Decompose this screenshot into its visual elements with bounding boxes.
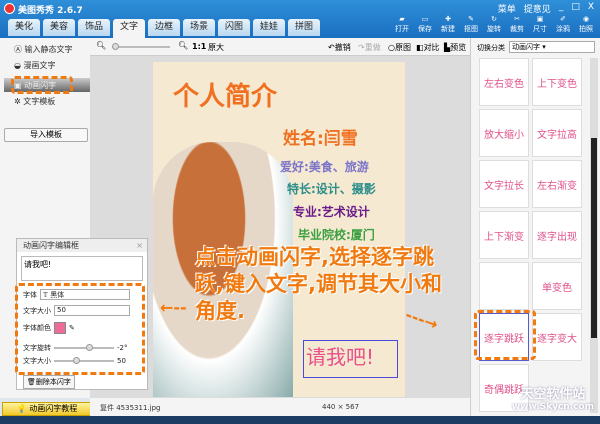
effect-item[interactable]: 逐字变大 [532, 313, 582, 361]
poster-name: 姓名:闫雪 [283, 129, 358, 149]
poster-major: 专业:艺术设计 [293, 205, 370, 219]
poster-hobby: 爱好:美食、旅游 [280, 160, 369, 174]
original-button[interactable]: ○原图 [388, 42, 411, 53]
crop-button[interactable]: ✂ 裁剪 [507, 14, 527, 34]
original-size-button[interactable]: 原大 [208, 42, 224, 53]
effect-item[interactable] [479, 262, 529, 310]
taskbar [0, 416, 600, 424]
effect-item[interactable]: 左右渐变 [532, 160, 582, 208]
app-logo-icon [4, 3, 15, 14]
tutorial-button[interactable]: 💡 动画闪字教程 [2, 402, 92, 416]
watermark: 天空软件站 www.Skycn.com [511, 387, 594, 412]
editor-title: 动画闪字编辑框 [23, 241, 79, 250]
title-bar: 美图秀秀 2.6.7 菜单 提意见 _ □ X 美化 美容 饰品 文字 边框 场… [0, 0, 600, 38]
tab-text[interactable]: 文字 [113, 19, 145, 38]
open-button[interactable]: ▰ 打开 [392, 14, 412, 34]
effect-item[interactable]: 左右变色 [479, 58, 529, 106]
sidebar-item-static-text[interactable]: Ⓐ 输入静态文字 [14, 44, 73, 55]
new-button[interactable]: ✚ 新建 [438, 14, 458, 34]
size-button[interactable]: ▣ 尺寸 [530, 14, 550, 34]
highlight-box [15, 283, 145, 375]
delete-flash-text-button[interactable]: 🗑删除本闪字 [23, 375, 75, 389]
instruction-caption: 点击动画闪字,选择逐字跳 跃,键入文字,调节其大小和 角度. [195, 245, 442, 323]
tab-doll[interactable]: 娃娃 [253, 19, 285, 36]
flash-text-box[interactable]: 请我吧! [303, 340, 398, 378]
zoom-out-icon[interactable]: 🔍︎ [96, 41, 106, 50]
effect-item[interactable]: 文字拉长 [479, 160, 529, 208]
sidebar-item-comic-text[interactable]: ◒ 漫画文字 [14, 60, 56, 71]
effect-item[interactable]: 放大缩小 [479, 109, 529, 157]
canvas-toolbar: 🔍︎ 🔍︎ 1:1 原大 ↶撤销 ↷重做 ○原图 ◧对比 ▙预览 [90, 38, 470, 56]
file-name: 复件 4535311.jpg [100, 404, 161, 412]
app-title: 美图秀秀 2.6.7 [18, 6, 83, 16]
effect-item[interactable]: 上下变色 [532, 58, 582, 106]
rotate-button[interactable]: ↻ 旋转 [484, 14, 504, 34]
cutout-button[interactable]: ✎ 抠图 [461, 14, 481, 34]
preview-button[interactable]: ▙预览 [444, 42, 466, 53]
tab-scene[interactable]: 场景 [183, 19, 215, 36]
undo-button[interactable]: ↶撤销 [328, 42, 351, 53]
effect-item[interactable]: 逐字出现 [532, 211, 582, 259]
tab-accessories[interactable]: 饰品 [78, 19, 110, 36]
compare-button[interactable]: ◧对比 [416, 42, 440, 53]
effect-item[interactable]: 单变色 [532, 262, 582, 310]
poster-image: 个人简介 姓名:闫雪 爱好:美食、旅游 特长:设计、摄影 专业:艺术设计 毕业院… [153, 62, 405, 397]
poster-title: 个人简介 [173, 82, 278, 112]
effect-item[interactable]: 文字拉高 [532, 109, 582, 157]
zoom-in-icon[interactable]: 🔍︎ [178, 41, 188, 50]
import-template-button[interactable]: 导入模板 [4, 128, 88, 142]
tab-beautify[interactable]: 美化 [8, 19, 40, 36]
sidebar-item-text-template[interactable]: ✲ 文字模板 [14, 96, 55, 107]
highlight-box [474, 310, 536, 360]
zoom-level: 1:1 [192, 42, 207, 51]
scrollbar[interactable] [590, 58, 598, 413]
effect-item[interactable]: 上下渐变 [479, 211, 529, 259]
tab-frame[interactable]: 边框 [148, 19, 180, 36]
highlight-box [11, 76, 73, 94]
category-label: 切换分类 [477, 44, 505, 52]
tab-flash[interactable]: 闪图 [218, 19, 250, 36]
arrow-left-icon: ←‑‑ [160, 298, 187, 317]
poster-school: 毕业院校:厦门 [298, 228, 375, 242]
tab-beauty[interactable]: 美容 [43, 19, 75, 36]
poster-skill: 特长:设计、摄影 [287, 182, 376, 196]
category-select[interactable]: 动画闪字 ▾ [509, 41, 595, 53]
image-dimensions: 440 × 567 [322, 403, 360, 411]
status-bar: 复件 4535311.jpg 440 × 567 [90, 398, 470, 416]
tab-collage[interactable]: 拼图 [288, 19, 320, 36]
text-input[interactable]: 请我吧! [21, 256, 143, 281]
doodle-button[interactable]: ✐ 涂鸦 [553, 14, 573, 34]
save-button[interactable]: ▭ 保存 [415, 14, 435, 34]
close-icon[interactable]: × [136, 239, 143, 252]
zoom-slider[interactable] [112, 43, 170, 50]
camera-button[interactable]: ◉ 拍照 [576, 14, 596, 34]
redo-button[interactable]: ↷重做 [358, 42, 381, 53]
